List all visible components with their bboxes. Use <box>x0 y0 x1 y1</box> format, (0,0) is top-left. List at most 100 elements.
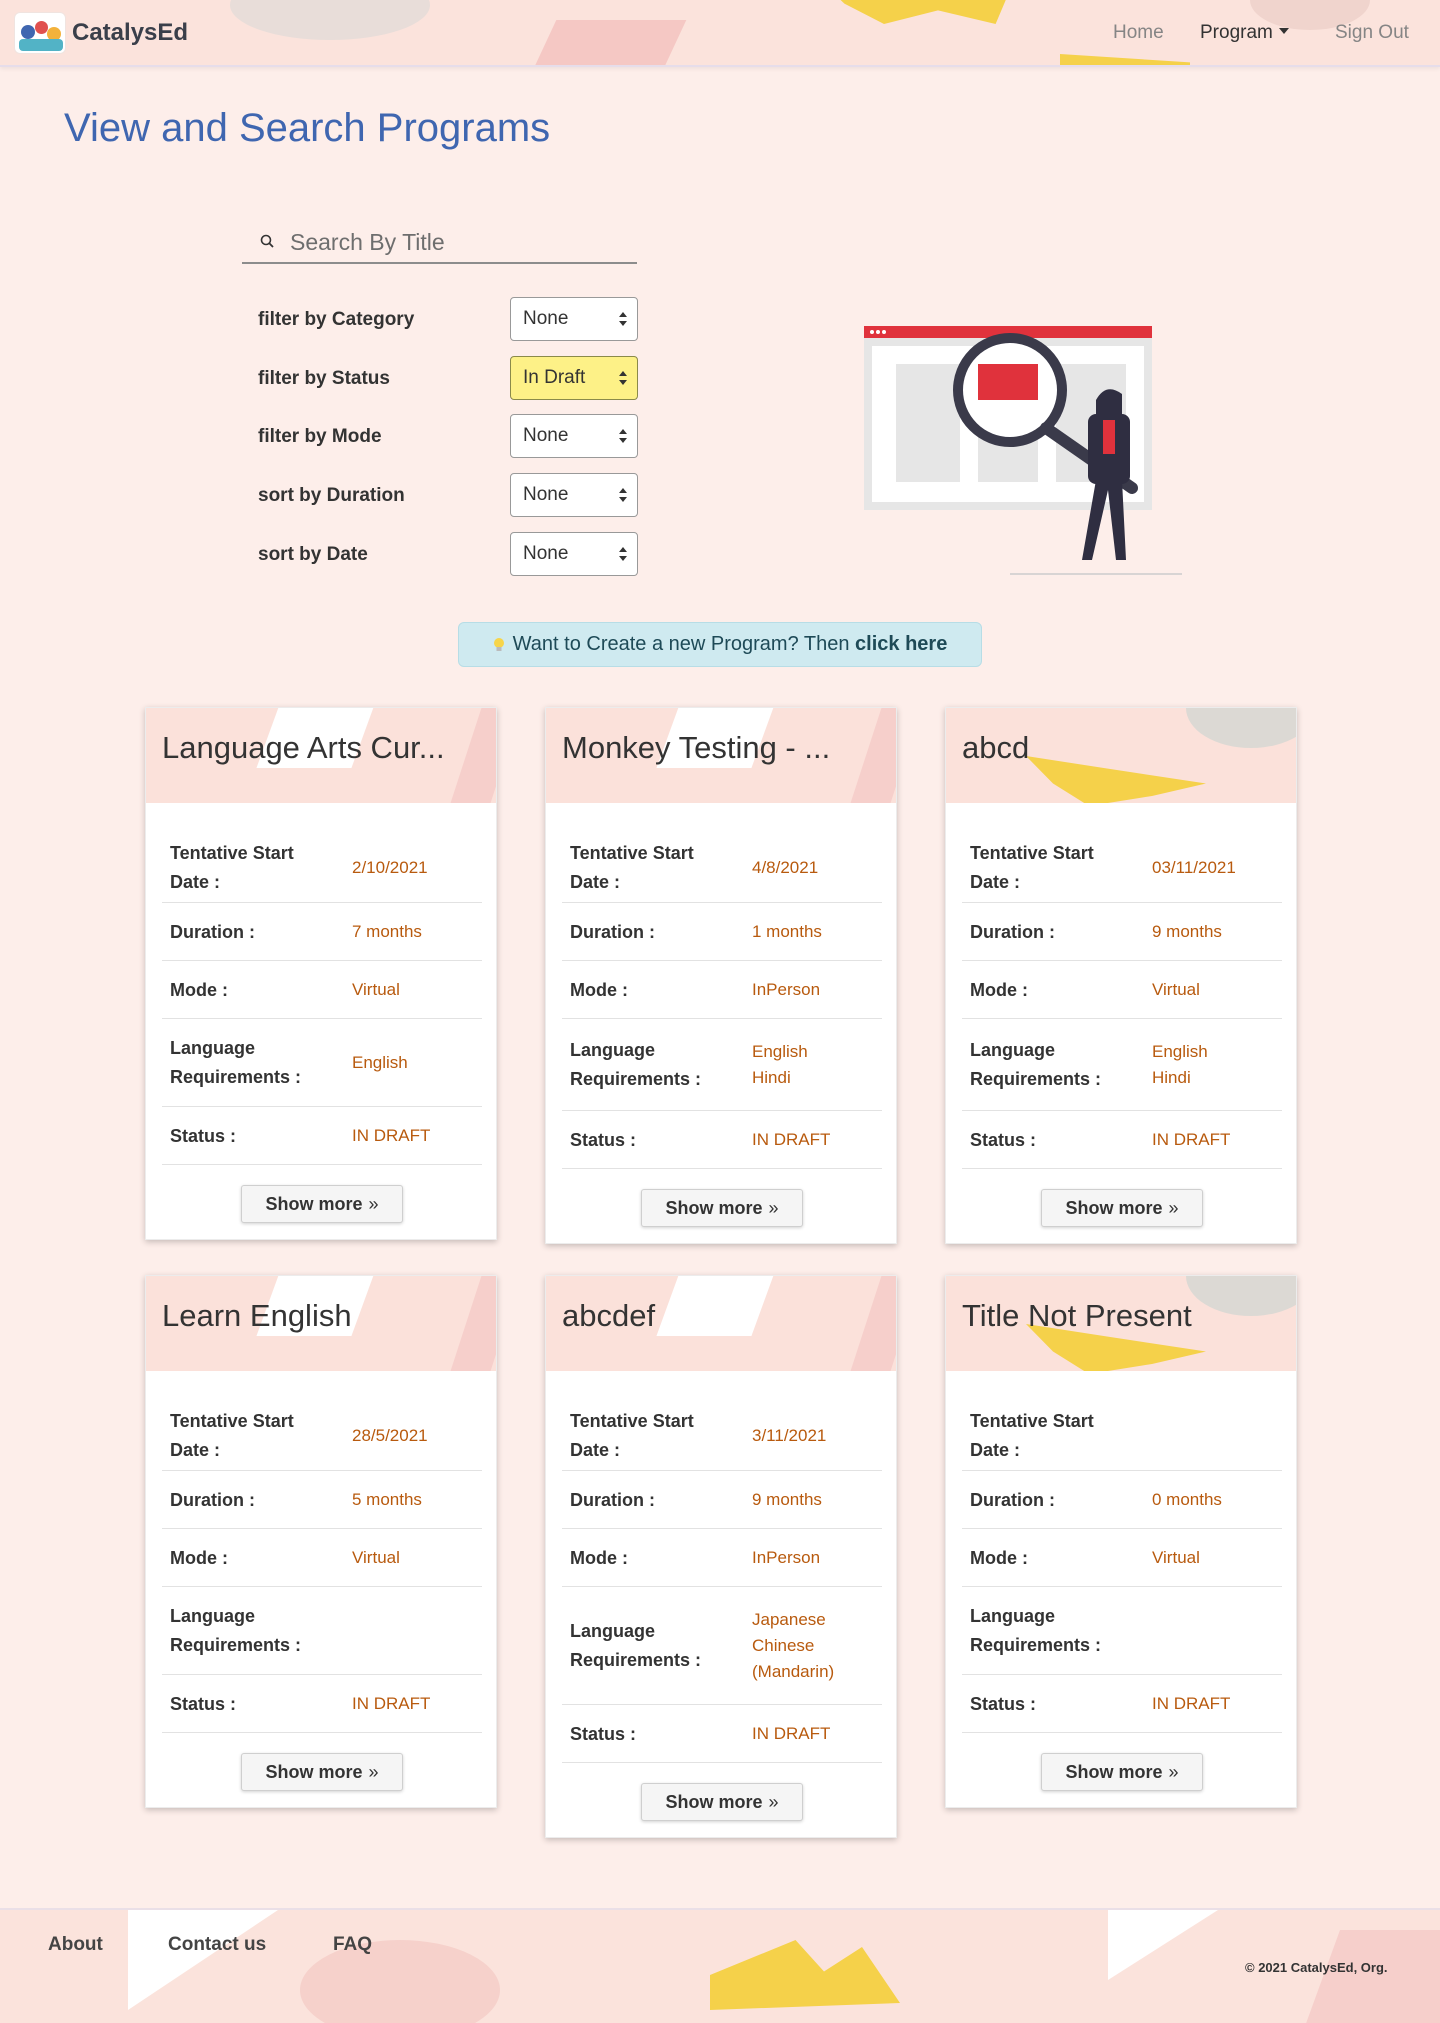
language-label-1: Language <box>170 1606 256 1626</box>
show-more-button[interactable]: Show more» <box>1041 1753 1203 1791</box>
footer-decoration <box>128 1910 278 2010</box>
field-label: Tentative Start Date : <box>170 1407 294 1465</box>
double-chevron-right-icon: » <box>1168 1761 1179 1782</box>
show-more-button[interactable]: Show more» <box>1041 1189 1203 1227</box>
field-label: Language Requirements : <box>970 1602 1101 1660</box>
filter-row: filter by Category None <box>258 297 638 341</box>
footer-faq-link[interactable]: FAQ <box>333 1934 372 1956</box>
double-chevron-right-icon: » <box>768 1791 779 1812</box>
start-date-label-2: Date : <box>570 872 621 892</box>
language-row: Language Requirements : <box>162 1587 482 1675</box>
show-more-button[interactable]: Show more» <box>241 1185 403 1223</box>
field-value: 0 months <box>1152 1487 1222 1513</box>
language-label-2: Requirements : <box>170 1067 302 1087</box>
nav-sign-out-link[interactable]: Sign Out <box>1335 22 1409 44</box>
show-more-button[interactable]: Show more» <box>641 1189 803 1227</box>
field-label: Mode : <box>570 976 628 1005</box>
brand-name: CatalysEd <box>72 19 189 46</box>
show-more-button[interactable]: Show more» <box>241 1753 403 1791</box>
mode-label: Mode : <box>170 1548 228 1568</box>
mode-label: Mode : <box>970 1548 1028 1568</box>
language-row: Language Requirements : English Hindi <box>962 1019 1282 1111</box>
field-value: InPerson <box>752 977 820 1003</box>
status-row: Status : IN DRAFT <box>962 1111 1282 1169</box>
create-program-banner[interactable]: Want to Create a new Program? Then click… <box>458 622 982 667</box>
language-value: Hindi <box>1152 1068 1191 1087</box>
show-more-button[interactable]: Show more» <box>641 1783 803 1821</box>
field-value: 5 months <box>352 1487 422 1513</box>
mode-label: Mode : <box>170 980 228 1000</box>
nav-home-link[interactable]: Home <box>1113 22 1164 44</box>
brand-logo <box>14 12 66 54</box>
field-label: Duration : <box>970 1486 1055 1515</box>
search-icon <box>260 234 274 248</box>
card-body: Tentative Start Date : 3/11/2021 Duration :… <box>562 1401 882 1763</box>
field-value: Virtual <box>1152 1545 1200 1571</box>
field-value: Virtual <box>352 977 400 1003</box>
card-header: Learn English <box>146 1276 496 1371</box>
duration-row: Duration : 9 months <box>562 1471 882 1529</box>
field-label: Status : <box>170 1690 236 1719</box>
program-card: abcd Tentative Start Date : 03/11/2021 Durat… <box>945 707 1297 1244</box>
filter-select[interactable]: In Draft <box>510 356 638 400</box>
card-title: Language Arts Cur... <box>162 730 445 765</box>
language-label-2: Requirements : <box>570 1650 702 1670</box>
show-more-label: Show more <box>265 1193 363 1214</box>
nav-program-dropdown[interactable]: Program <box>1200 22 1289 44</box>
card-title: Title Not Present <box>962 1298 1192 1333</box>
filter-select-value: None <box>523 308 569 329</box>
field-value: Japanese Chinese (Mandarin) <box>752 1607 834 1685</box>
language-label-2: Requirements : <box>970 1635 1102 1655</box>
filter-row: sort by Duration None <box>258 473 638 517</box>
language-row: Language Requirements : English <box>162 1019 482 1107</box>
language-label-1: Language <box>970 1606 1056 1626</box>
status-value: IN DRAFT <box>352 1126 431 1145</box>
mode-row: Mode : InPerson <box>562 1529 882 1587</box>
language-value: English <box>352 1053 408 1072</box>
field-label: Status : <box>570 1126 636 1155</box>
card-title: abcdef <box>562 1298 656 1333</box>
start-date-label-2: Date : <box>170 872 221 892</box>
start-date-label-1: Tentative Start <box>170 1411 294 1431</box>
start-date-row: Tentative Start Date : <box>962 1401 1282 1471</box>
footer-decoration <box>300 1940 500 2023</box>
navbar-decoration <box>523 20 687 65</box>
footer-about-link[interactable]: About <box>48 1934 103 1956</box>
footer-decoration <box>710 1940 900 2010</box>
search-input[interactable] <box>290 226 620 258</box>
filter-label: filter by Mode <box>258 426 382 447</box>
filter-select[interactable]: None <box>510 297 638 341</box>
status-label: Status : <box>170 1126 237 1146</box>
field-value: IN DRAFT <box>352 1123 430 1149</box>
search-bar <box>242 222 637 264</box>
filter-select[interactable]: None <box>510 414 638 458</box>
field-label: Mode : <box>570 1544 628 1573</box>
start-date-label-2: Date : <box>970 872 1021 892</box>
start-date-row: Tentative Start Date : 4/8/2021 <box>562 833 882 903</box>
duration-label: Duration : <box>570 1490 655 1510</box>
filter-row: sort by Date None <box>258 532 638 576</box>
duration-label: Duration : <box>170 1490 255 1510</box>
status-label: Status : <box>570 1130 637 1150</box>
filter-select[interactable]: None <box>510 473 638 517</box>
filter-select[interactable]: None <box>510 532 638 576</box>
footer-decoration <box>1299 1930 1440 2023</box>
field-label: Tentative Start Date : <box>970 1407 1094 1465</box>
duration-row: Duration : 1 months <box>562 903 882 961</box>
footer-contact-link[interactable]: Contact us <box>168 1934 266 1956</box>
language-value: English <box>1152 1042 1208 1061</box>
language-value: (Mandarin) <box>752 1662 835 1681</box>
brand[interactable]: CatalysEd <box>14 12 188 54</box>
filter-select-value: None <box>523 543 569 564</box>
field-value: IN DRAFT <box>752 1721 830 1747</box>
field-label: Language Requirements : <box>170 1034 301 1092</box>
field-label: Status : <box>970 1126 1036 1155</box>
duration-value: 9 months <box>1152 922 1222 941</box>
program-card: Monkey Testing - ... Tentative Start Date … <box>545 707 897 1244</box>
create-program-link[interactable]: click here <box>855 633 947 655</box>
field-label: Duration : <box>570 918 655 947</box>
mode-label: Mode : <box>970 980 1028 1000</box>
filter-label: filter by Category <box>258 309 415 330</box>
start-date-label-1: Tentative Start <box>570 843 694 863</box>
status-row: Status : IN DRAFT <box>562 1111 882 1169</box>
